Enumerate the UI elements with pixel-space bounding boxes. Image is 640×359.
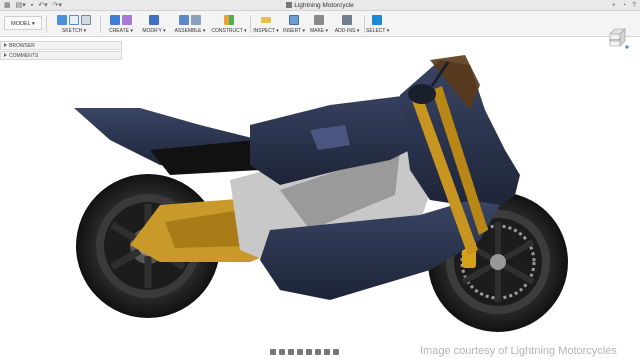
look-at-icon[interactable] [279,349,285,355]
pan-icon[interactable] [288,349,294,355]
fit-icon[interactable] [306,349,312,355]
viewports-icon[interactable] [333,349,339,355]
display-settings-icon[interactable] [315,349,321,355]
image-credit: Image courtesy of Lightning Motorcycles [420,345,617,357]
navigation-bar [270,347,339,357]
motorcycle-model [74,55,568,332]
zoom-icon[interactable] [297,349,303,355]
grid-settings-icon[interactable] [324,349,330,355]
tail-section [74,108,260,175]
orbit-icon[interactable] [270,349,276,355]
